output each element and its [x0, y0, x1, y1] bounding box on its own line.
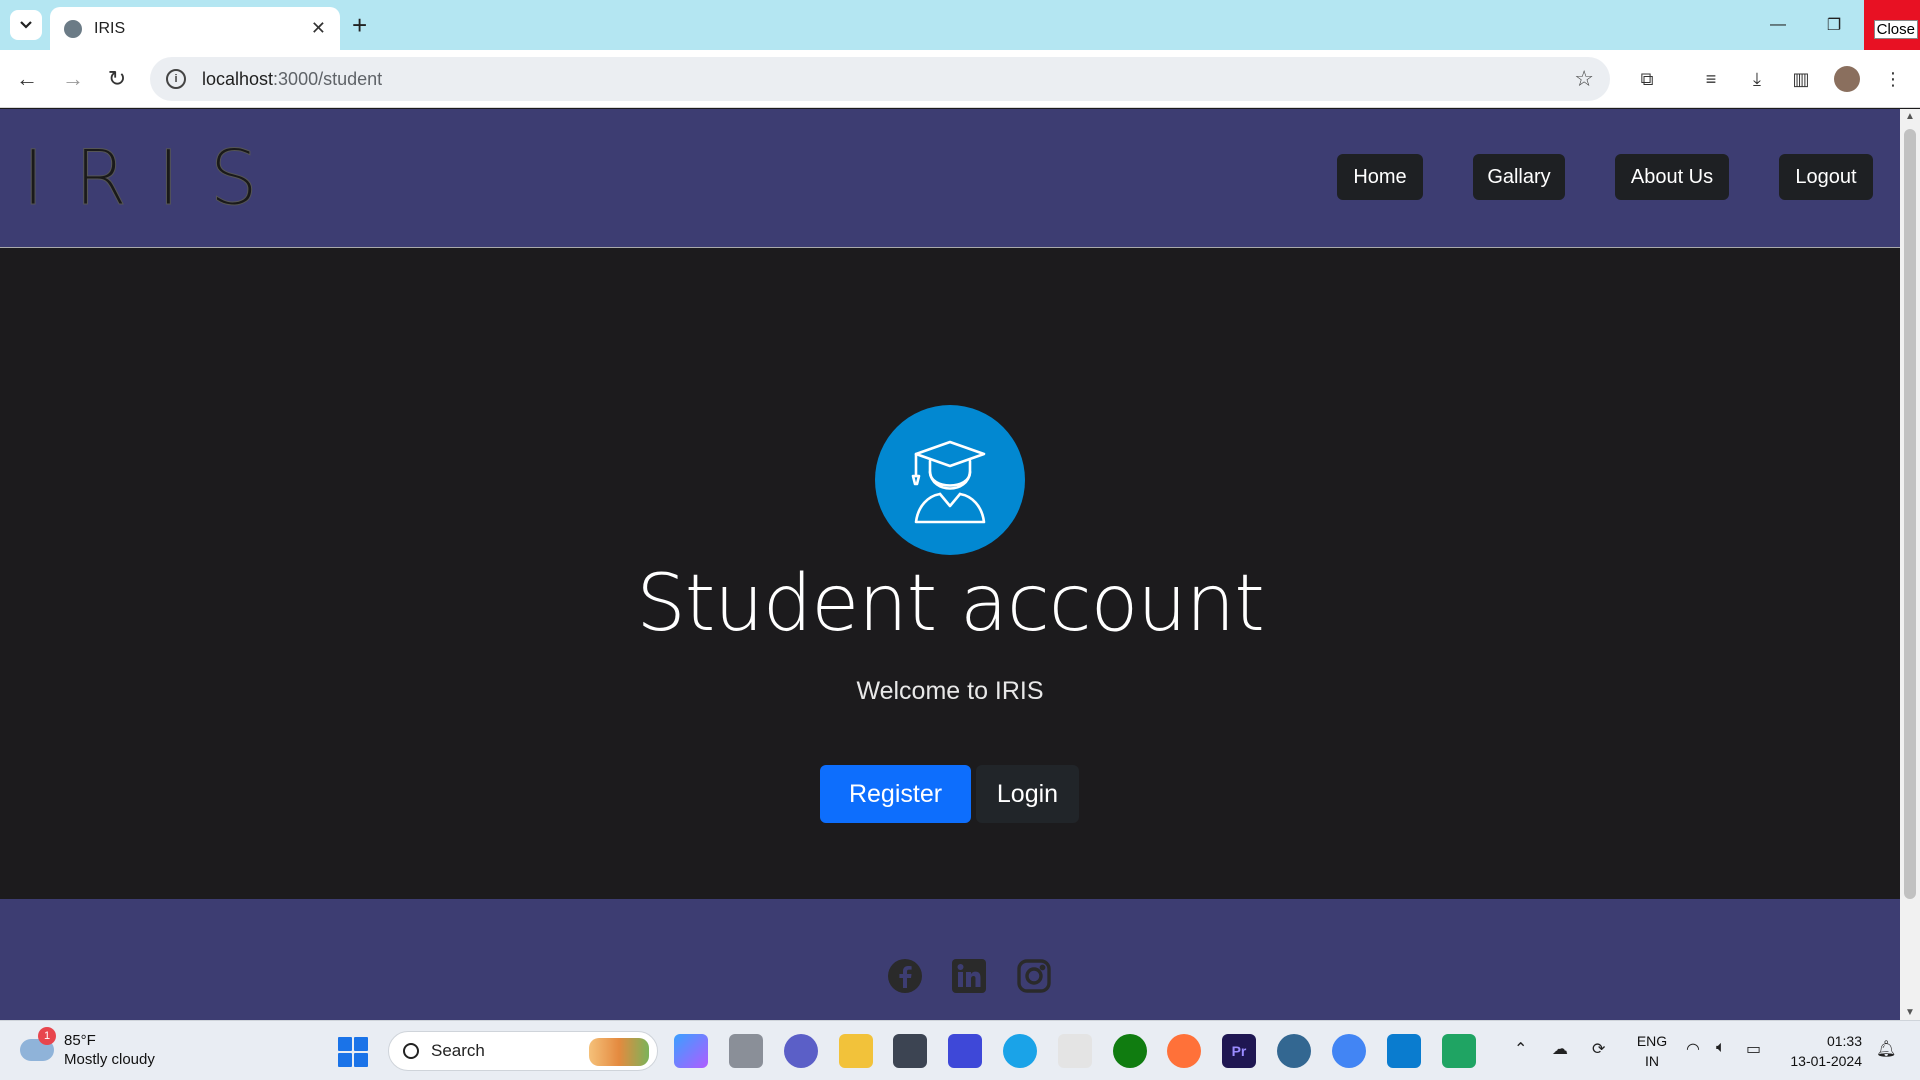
search-highlight-image [589, 1038, 649, 1066]
back-button[interactable]: ← [12, 64, 42, 94]
globe-icon [64, 19, 82, 38]
media-control-icon[interactable]: ≡ [1698, 66, 1724, 92]
register-button[interactable]: Register [820, 765, 971, 823]
scroll-down-arrow[interactable]: ▼ [1905, 1007, 1915, 1018]
student-graduate-icon [875, 405, 1025, 555]
menu-kebab-icon[interactable]: ⋮ [1880, 66, 1906, 92]
extensions-icon[interactable]: ⧉ [1634, 66, 1660, 92]
volume-icon[interactable]: 🔈︎ [1716, 1039, 1726, 1057]
close-tooltip: Close [1873, 20, 1918, 39]
nav-home[interactable]: Home [1337, 154, 1423, 200]
weather-widget[interactable]: 1 85°F Mostly cloudy [20, 1027, 155, 1069]
tab-title: IRIS [94, 19, 126, 37]
nav-about-us[interactable]: About Us [1615, 154, 1729, 200]
hero-section: Student account Welcome to IRIS Register… [0, 249, 1900, 899]
search-label: Search [431, 1041, 485, 1060]
wifi-icon[interactable]: ◠ [1686, 1039, 1700, 1059]
task-view-icon[interactable] [729, 1034, 763, 1068]
instagram-icon[interactable] [1015, 957, 1053, 995]
postgresql-icon[interactable] [1277, 1034, 1311, 1068]
side-panel-icon[interactable]: ▥ [1788, 66, 1814, 92]
premiere-pro-icon[interactable]: Pr [1222, 1034, 1256, 1068]
language-indicator[interactable]: ENG IN [1634, 1031, 1670, 1071]
browser-tab[interactable]: IRIS ✕ [50, 7, 340, 50]
close-tab-icon[interactable]: ✕ [311, 18, 326, 39]
clock-time: 01:33 [1826, 1033, 1862, 1049]
start-button[interactable] [338, 1037, 368, 1067]
tab-search-button[interactable] [10, 10, 42, 40]
cloud-icon: 1 [20, 1027, 56, 1061]
new-tab-button[interactable]: + [352, 12, 367, 38]
onedrive-icon[interactable]: ☁ [1552, 1039, 1568, 1059]
close-window-button[interactable]: Close [1864, 0, 1920, 50]
profile-avatar[interactable] [1834, 66, 1860, 92]
page-scrollbar[interactable]: ▲ ▼ [1900, 109, 1920, 1020]
clock-date: 13-01-2024 [1790, 1053, 1862, 1069]
region-code: IN [1645, 1053, 1659, 1069]
browser-toolbar: ← → ↻ i localhost:3000/student ☆ ⧉ ≡ ⤓ ▥… [0, 50, 1920, 108]
file-explorer-icon[interactable] [839, 1034, 873, 1068]
scroll-up-arrow[interactable]: ▲ [1905, 111, 1915, 122]
bookmark-star-icon[interactable]: ☆ [1574, 66, 1594, 92]
url-text[interactable]: localhost:3000/student [202, 69, 1574, 90]
chrome-icon[interactable] [1332, 1034, 1366, 1068]
taskbar-search[interactable]: Search [388, 1031, 658, 1071]
reload-button[interactable]: ↻ [102, 64, 132, 94]
nav-logout[interactable]: Logout [1779, 154, 1873, 200]
nav-gallary[interactable]: Gallary [1473, 154, 1565, 200]
notification-bell-icon[interactable]: 🔔︎ [1876, 1039, 1896, 1059]
site-info-icon[interactable]: i [166, 69, 186, 89]
site-header: IRIS Home Gallary About Us Logout [0, 109, 1900, 248]
unity-icon[interactable] [893, 1034, 927, 1068]
teams-chat-icon[interactable] [784, 1034, 818, 1068]
firefox-icon[interactable] [1167, 1034, 1201, 1068]
vscode-icon[interactable] [1387, 1034, 1421, 1068]
restore-button[interactable]: ❐ [1806, 0, 1862, 50]
xbox-icon[interactable] [1113, 1034, 1147, 1068]
site-logo[interactable]: IRIS [22, 133, 288, 223]
linkedin-icon[interactable] [950, 957, 988, 995]
temperature: 85°F [64, 1032, 96, 1049]
weather-condition: Mostly cloudy [64, 1051, 155, 1068]
login-button[interactable]: Login [976, 765, 1079, 823]
app-green-icon[interactable] [1442, 1034, 1476, 1068]
address-bar[interactable]: i localhost:3000/student ☆ [150, 57, 1610, 101]
site-footer [0, 899, 1900, 1020]
notification-badge: 1 [38, 1027, 56, 1045]
welcome-text: Welcome to IRIS [856, 677, 1044, 705]
scrollbar-thumb[interactable] [1904, 129, 1916, 899]
chevron-down-icon [20, 21, 32, 29]
url-host: localhost [202, 68, 274, 89]
language-code: ENG [1636, 1033, 1668, 1049]
url-path: :3000/student [273, 68, 383, 89]
web-page: IRIS Home Gallary About Us Logout Studen… [0, 109, 1900, 1020]
copilot-icon[interactable] [674, 1034, 708, 1068]
minimize-button[interactable]: — [1750, 0, 1806, 50]
sync-icon[interactable]: ⟳ [1592, 1039, 1605, 1059]
battery-icon[interactable]: ▭ [1746, 1039, 1761, 1059]
forward-button[interactable]: → [58, 64, 88, 94]
microsoft-store-icon[interactable] [1058, 1034, 1092, 1068]
download-icon[interactable]: ⤓ [1744, 66, 1770, 92]
facebook-icon[interactable] [886, 957, 924, 995]
page-title: Student account [636, 559, 1265, 649]
search-icon [403, 1043, 419, 1059]
edge-icon[interactable] [1003, 1034, 1037, 1068]
app-icon[interactable] [948, 1034, 982, 1068]
browser-tab-strip: IRIS ✕ + — ❐ Close [0, 0, 1920, 50]
clock[interactable]: 01:33 13-01-2024 [1782, 1031, 1862, 1071]
windows-taskbar: 1 85°F Mostly cloudy Search Pr ⌃ ☁ ⟳ ENG… [0, 1020, 1920, 1080]
tray-chevron-up-icon[interactable]: ⌃ [1514, 1039, 1527, 1059]
